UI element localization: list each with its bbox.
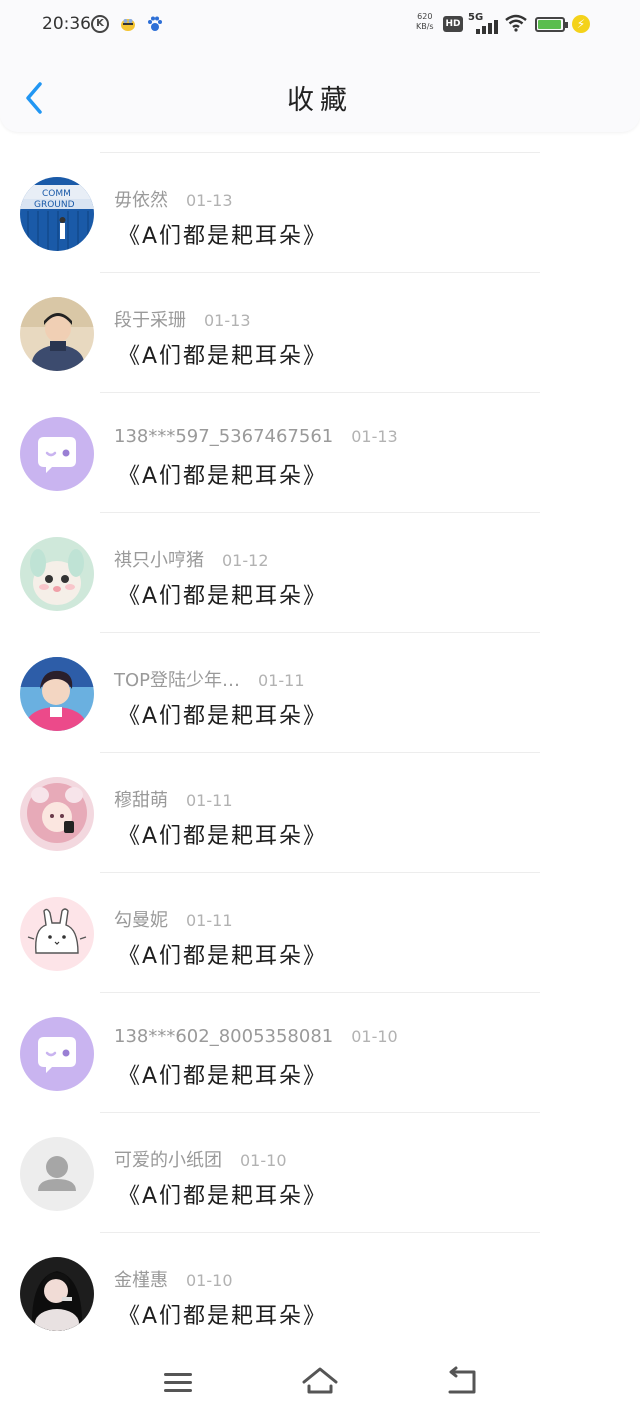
list-item[interactable]: 穆甜萌 01-11 《A们都是耙耳朵》 — [0, 752, 640, 872]
post-date: 01-10 — [240, 1151, 287, 1170]
user-name[interactable]: 段于采珊 — [114, 310, 186, 331]
battery-fill — [538, 20, 561, 29]
top-bar: 20:36 K 620 KB/s HD 5G ⚡ 收藏 — [0, 0, 640, 132]
post-date: 01-13 — [204, 311, 251, 330]
item-meta: 金槿惠 01-10 — [114, 1266, 233, 1292]
list-item[interactable]: 勾曼妮 01-11 《A们都是耙耳朵》 — [0, 872, 640, 992]
favorite-title[interactable]: 《A们都是耙耳朵》 — [118, 1298, 327, 1330]
favorite-title[interactable]: 《A们都是耙耳朵》 — [118, 218, 327, 250]
net-speed-value: 620 — [417, 12, 433, 21]
divider — [100, 1232, 540, 1233]
bee-app-icon — [121, 19, 135, 31]
item-meta: 段于采珊 01-13 — [114, 306, 251, 332]
divider — [100, 392, 540, 393]
avatar[interactable] — [20, 1257, 94, 1331]
list-item[interactable]: 段于采珊 01-13 《A们都是耙耳朵》 — [0, 272, 640, 392]
signal-icon — [476, 20, 498, 34]
favorite-title[interactable]: 《A们都是耙耳朵》 — [118, 698, 327, 730]
page-title: 收藏 — [287, 85, 353, 116]
user-name[interactable]: 勾曼妮 — [114, 910, 168, 931]
battery-icon — [535, 17, 565, 32]
user-name[interactable]: 祺只小哼猪 — [114, 550, 204, 571]
k-circle-icon: K — [91, 15, 109, 33]
list-item[interactable]: 138***597_5367467561 01-13 《A们都是耙耳朵》 — [0, 392, 640, 512]
status-time: 20:36 — [42, 14, 91, 34]
divider — [100, 1112, 540, 1113]
avatar[interactable] — [20, 897, 94, 971]
item-meta: 138***597_5367467561 01-13 — [114, 426, 398, 447]
user-name[interactable]: 可爱的小纸团 — [114, 1150, 222, 1171]
user-name[interactable]: 毋依然 — [114, 190, 168, 211]
favorites-list: COMM GROUND 毋依然 01-13 《A们都是耙耳朵》 段于采珊 01-13 《A们都… — [0, 152, 640, 1352]
item-meta: 穆甜萌 01-11 — [114, 786, 233, 812]
net-speed-unit: KB/s — [416, 22, 434, 31]
user-name[interactable]: 穆甜萌 — [114, 790, 168, 811]
favorite-title[interactable]: 《A们都是耙耳朵》 — [118, 1178, 327, 1210]
item-meta: 可爱的小纸团 01-10 — [114, 1146, 287, 1172]
divider — [100, 872, 540, 873]
favorite-title[interactable]: 《A们都是耙耳朵》 — [118, 338, 327, 370]
wifi-icon — [505, 14, 527, 32]
paw-app-icon — [148, 16, 162, 31]
item-meta: 毋依然 01-13 — [114, 186, 233, 212]
user-name[interactable]: 金槿惠 — [114, 1270, 168, 1291]
avatar[interactable] — [20, 777, 94, 851]
avatar[interactable] — [20, 297, 94, 371]
item-meta: 138***602_8005358081 01-10 — [114, 1026, 398, 1047]
list-item[interactable]: COMM GROUND 毋依然 01-13 《A们都是耙耳朵》 — [0, 152, 640, 272]
avatar[interactable] — [20, 537, 94, 611]
post-date: 01-10 — [351, 1027, 398, 1046]
divider — [100, 152, 540, 153]
favorite-title[interactable]: 《A们都是耙耳朵》 — [118, 818, 327, 850]
charging-icon: ⚡ — [572, 15, 590, 33]
divider — [100, 992, 540, 993]
post-date: 01-13 — [186, 191, 233, 210]
hd-icon: HD — [443, 16, 463, 32]
svg-text:COMM: COMM — [42, 189, 71, 199]
post-date: 01-11 — [186, 791, 233, 810]
list-item[interactable]: TOP登陆少年… 01-11 《A们都是耙耳朵》 — [0, 632, 640, 752]
net-speed: 620 KB/s — [416, 12, 434, 32]
item-meta: 勾曼妮 01-11 — [114, 906, 233, 932]
avatar[interactable] — [20, 417, 94, 491]
back-icon[interactable] — [442, 1362, 482, 1402]
battery-cap — [565, 22, 568, 28]
list-item[interactable]: 可爱的小纸团 01-10 《A们都是耙耳朵》 — [0, 1112, 640, 1232]
status-bar: 20:36 K 620 KB/s HD 5G ⚡ — [0, 0, 640, 50]
divider — [100, 512, 540, 513]
avatar[interactable] — [20, 1137, 94, 1211]
system-nav-bar — [0, 1350, 640, 1422]
post-date: 01-12 — [222, 551, 269, 570]
divider — [100, 632, 540, 633]
post-date: 01-10 — [186, 1271, 233, 1290]
post-date: 01-11 — [186, 911, 233, 930]
home-icon[interactable] — [300, 1362, 340, 1402]
list-item[interactable]: 祺只小哼猪 01-12 《A们都是耙耳朵》 — [0, 512, 640, 632]
list-item[interactable]: 金槿惠 01-10 《A们都是耙耳朵》 — [0, 1232, 640, 1352]
divider — [100, 272, 540, 273]
favorite-title[interactable]: 《A们都是耙耳朵》 — [118, 1058, 327, 1090]
svg-text:GROUND: GROUND — [34, 200, 75, 210]
item-meta: TOP登陆少年… 01-11 — [114, 666, 305, 692]
item-meta: 祺只小哼猪 01-12 — [114, 546, 269, 572]
favorite-title[interactable]: 《A们都是耙耳朵》 — [118, 938, 327, 970]
favorite-title[interactable]: 《A们都是耙耳朵》 — [118, 458, 327, 490]
list-item[interactable]: 138***602_8005358081 01-10 《A们都是耙耳朵》 — [0, 992, 640, 1112]
post-date: 01-13 — [351, 427, 398, 446]
avatar[interactable] — [20, 657, 94, 731]
favorite-title[interactable]: 《A们都是耙耳朵》 — [118, 578, 327, 610]
divider — [100, 752, 540, 753]
avatar[interactable] — [20, 1017, 94, 1091]
avatar[interactable]: COMM GROUND — [20, 177, 94, 251]
user-name[interactable]: 138***597_5367467561 — [114, 426, 333, 447]
user-name[interactable]: TOP登陆少年… — [114, 670, 240, 691]
user-name[interactable]: 138***602_8005358081 — [114, 1026, 333, 1047]
menu-icon[interactable] — [158, 1362, 198, 1402]
post-date: 01-11 — [258, 671, 305, 690]
